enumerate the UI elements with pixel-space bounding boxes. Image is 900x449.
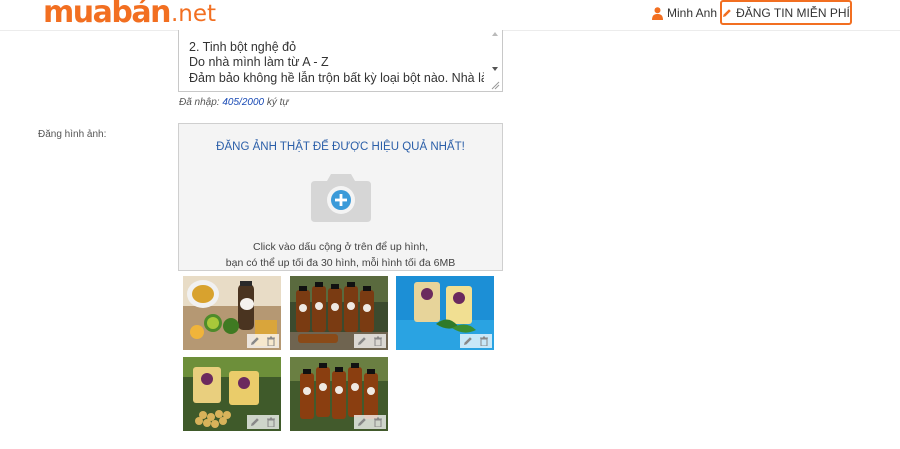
- pencil-icon: [464, 337, 472, 345]
- counter-prefix: Đã nhập:: [179, 97, 220, 108]
- upload-title: ĐĂNG ẢNH THẬT ĐỂ ĐƯỢC HIỆU QUẢ NHẤT!: [216, 141, 465, 153]
- user-icon: [652, 6, 663, 20]
- counter-value: 405/2000: [222, 97, 265, 108]
- top-header: muabán .net Minh Anh ĐĂNG TIN MIỄN PHÍ: [0, 0, 900, 31]
- image-thumbnail[interactable]: [290, 276, 388, 350]
- edit-button[interactable]: [247, 334, 263, 348]
- thumbnail-actions: [460, 334, 492, 348]
- description-textarea[interactable]: 2. Tinh bột nghệ đỏ Do nhà mình làm từ A…: [178, 30, 503, 92]
- delete-button[interactable]: [370, 334, 386, 348]
- thumbnail-actions: [247, 334, 279, 348]
- user-menu[interactable]: Minh Anh: [652, 5, 717, 21]
- description-text: 2. Tinh bột nghệ đỏ Do nhà mình làm từ A…: [189, 30, 484, 86]
- edit-button[interactable]: [354, 334, 370, 348]
- edit-button[interactable]: [460, 334, 476, 348]
- image-upload-label: Đăng hình ảnh:: [38, 129, 107, 140]
- trash-icon: [374, 417, 382, 427]
- site-logo[interactable]: muabán .net: [43, 0, 216, 28]
- delete-button[interactable]: [476, 334, 492, 348]
- scroll-up-arrow-icon[interactable]: [492, 32, 498, 36]
- user-name: Minh Anh: [667, 6, 718, 20]
- resize-grip-icon[interactable]: [491, 81, 500, 90]
- pencil-icon: [358, 337, 366, 345]
- description-line: Đảm bảo không hề lẫn trộn bất kỳ loại bộ…: [189, 70, 484, 85]
- delete-button[interactable]: [370, 415, 386, 429]
- upload-hint-line: Click vào dấu cộng ở trên để up hình,: [253, 241, 428, 253]
- thumbnail-actions: [354, 334, 386, 348]
- edit-button[interactable]: [247, 415, 263, 429]
- thumbnail-actions: [247, 415, 279, 429]
- counter-suffix: ký tự: [266, 97, 289, 108]
- upload-hint-line: bạn có thể up tối đa 30 hình, mỗi hình t…: [225, 257, 456, 269]
- pencil-icon: [251, 418, 259, 426]
- description-line: 2. Tinh bột nghệ đỏ: [189, 39, 297, 54]
- logo-tld-text: .net: [170, 1, 216, 27]
- post-free-button[interactable]: ĐĂNG TIN MIỄN PHÍ: [720, 0, 852, 25]
- image-thumbnail[interactable]: [290, 357, 388, 431]
- partial-line: [189, 30, 484, 40]
- edit-button[interactable]: [354, 415, 370, 429]
- delete-button[interactable]: [263, 334, 279, 348]
- image-thumbnail[interactable]: [396, 276, 494, 350]
- thumbnail-actions: [354, 415, 386, 429]
- pencil-icon: [723, 8, 731, 17]
- pencil-icon: [251, 337, 259, 345]
- trash-icon: [267, 417, 275, 427]
- trash-icon: [267, 336, 275, 346]
- textarea-scrollbar[interactable]: [487, 30, 502, 91]
- scroll-down-arrow-icon[interactable]: [492, 67, 498, 71]
- character-counter: Đã nhập: 405/2000 ký tự: [179, 97, 289, 108]
- pencil-icon: [358, 418, 366, 426]
- logo-main-text: muabán: [43, 0, 171, 30]
- camera-add-icon[interactable]: [309, 168, 373, 224]
- image-thumbnail[interactable]: [183, 357, 281, 431]
- image-thumbnail[interactable]: [183, 276, 281, 350]
- post-free-button-label: ĐĂNG TIN MIỄN PHÍ: [736, 5, 850, 20]
- trash-icon: [480, 336, 488, 346]
- delete-button[interactable]: [263, 415, 279, 429]
- upload-hint: Click vào dấu cộng ở trên để up hình, bạ…: [179, 239, 502, 271]
- description-line: Do nhà mình làm từ A - Z: [189, 55, 329, 69]
- trash-icon: [374, 336, 382, 346]
- image-upload-dropzone[interactable]: ĐĂNG ẢNH THẬT ĐỂ ĐƯỢC HIỆU QUẢ NHẤT! Cli…: [178, 123, 503, 271]
